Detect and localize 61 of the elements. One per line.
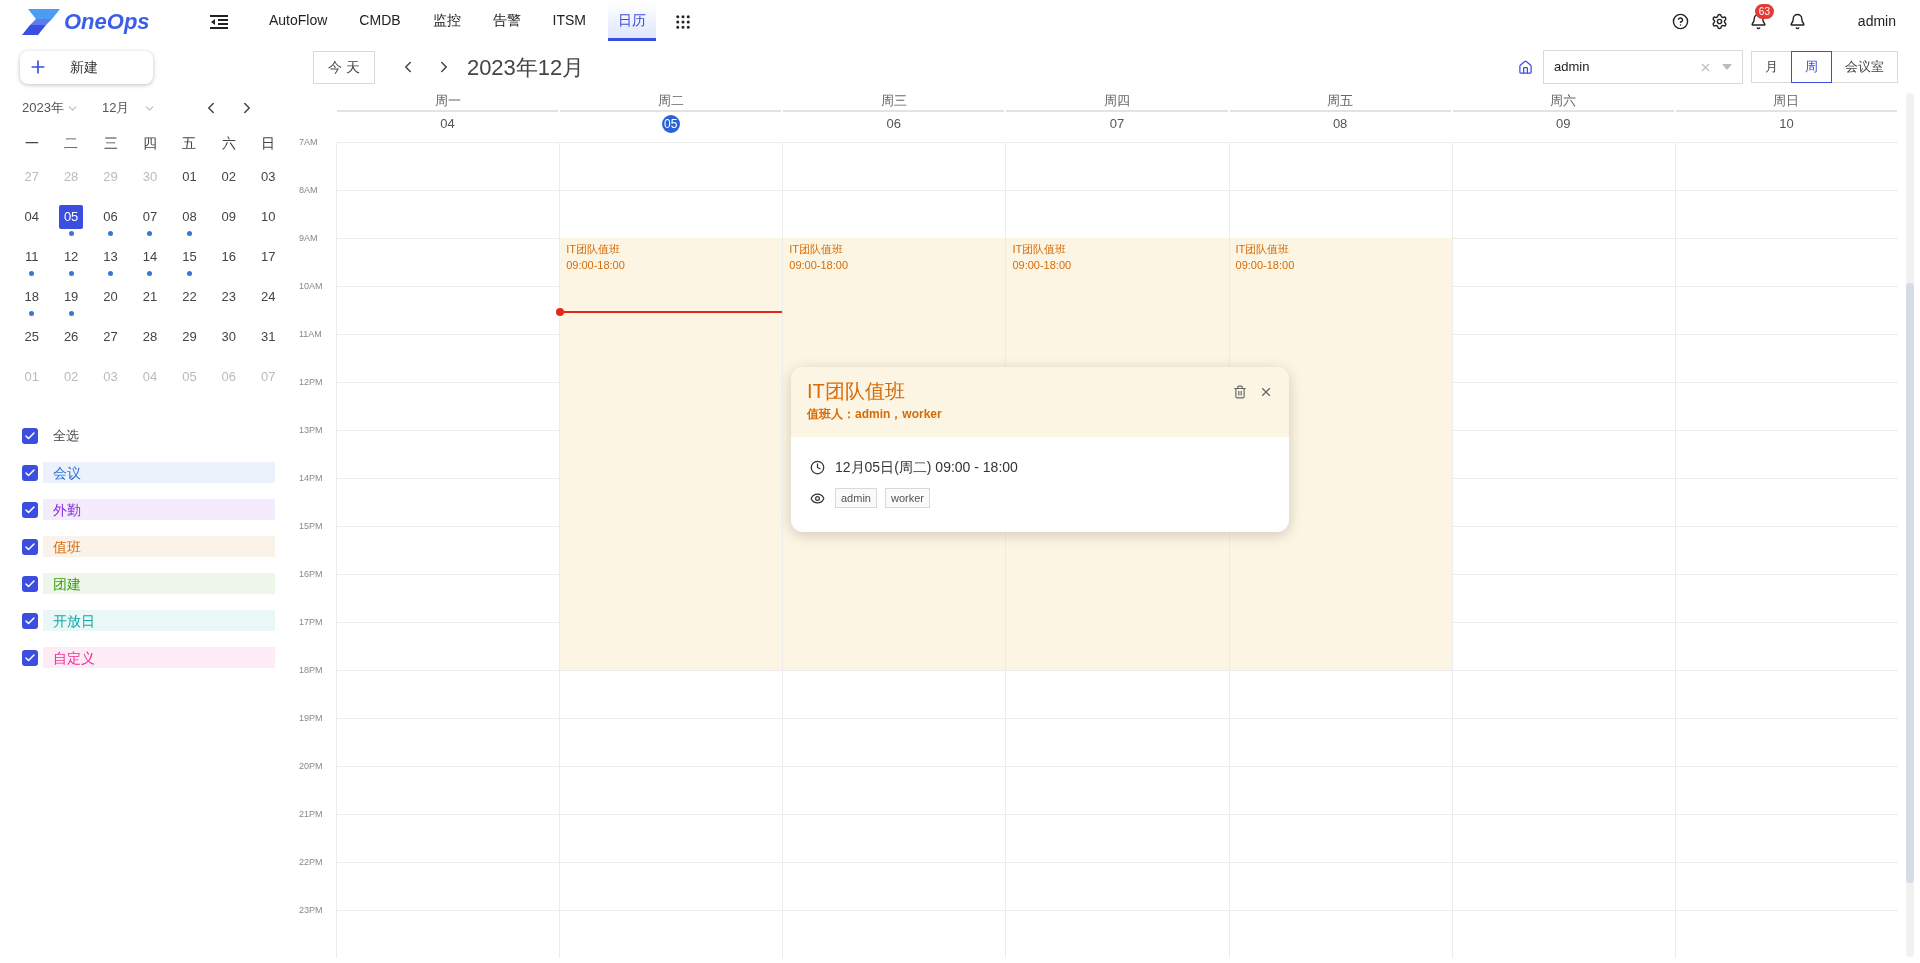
event-time: 09:00-18:00	[789, 258, 848, 273]
weekday-label: 五	[181, 133, 198, 153]
category-label: 值班	[53, 537, 81, 556]
weekday-label: 日	[260, 133, 277, 153]
weekday-label: 三	[102, 133, 119, 153]
popup-title: IT团队值班	[807, 379, 905, 404]
weekday-header: 周五	[1327, 92, 1354, 110]
event-time: 09:00-18:00	[566, 258, 625, 273]
date-header: 07	[1109, 115, 1125, 133]
hour-label: 9AM	[298, 233, 319, 243]
weekday-header: 周二	[657, 92, 684, 110]
select-all-label: 全选	[53, 426, 79, 445]
date-header: 05	[661, 115, 680, 133]
hour-label: 22PM	[298, 857, 324, 867]
hour-label: 12PM	[298, 377, 324, 387]
event-title: IT团队值班	[789, 242, 844, 257]
event-time: 09:00-18:00	[1012, 258, 1072, 273]
date-header: 06	[886, 115, 902, 133]
weekday-label: 四	[142, 133, 158, 153]
participant-tag: admin	[835, 488, 877, 508]
weekday-header: 周一	[434, 92, 461, 110]
participant-tag: worker	[884, 488, 930, 508]
event-title: IT团队值班	[1235, 242, 1290, 257]
category-label: 会议	[53, 463, 81, 482]
popup-subtitle: 值班人：admin，worker	[807, 406, 942, 423]
calendar-title: 2023年12月	[466, 53, 585, 82]
category-label: 自定义	[53, 648, 95, 667]
hour-label: 8AM	[298, 185, 319, 195]
logo-text: OneOps	[64, 8, 150, 36]
weekday-label: 六	[220, 133, 237, 153]
hour-label: 7AM	[298, 137, 319, 147]
hour-label: 16PM	[298, 569, 324, 579]
weekday-header: 周六	[1550, 92, 1577, 110]
event-title: IT团队值班	[1012, 242, 1067, 257]
hour-label: 18PM	[298, 665, 324, 675]
category-label: 外勤	[53, 500, 81, 519]
date-header: 09	[1556, 115, 1571, 133]
hour-label: 15PM	[298, 521, 324, 531]
event-title: IT团队值班	[566, 242, 620, 257]
category-label: 开放日	[53, 611, 95, 630]
notification-badge: 63	[1754, 4, 1774, 19]
hour-label: 17PM	[298, 617, 324, 627]
hour-label: 14PM	[298, 473, 324, 483]
date-header: 10	[1779, 115, 1794, 133]
hour-label: 13PM	[298, 425, 324, 435]
event-time: 09:00-18:00	[1235, 258, 1295, 273]
hour-label: 20PM	[298, 761, 324, 771]
hour-label: 10AM	[298, 281, 324, 291]
weekday-header: 周四	[1104, 92, 1130, 110]
weekday-label: 一	[23, 133, 40, 153]
weekday-header: 周三	[880, 92, 907, 110]
date-header: 08	[1332, 115, 1348, 133]
weekday-label: 二	[63, 133, 80, 153]
popup-datetime: 12月05日(周二) 09:00 - 18:00	[835, 458, 1018, 477]
date-header: 04	[440, 115, 455, 133]
weekday-header: 周日	[1773, 92, 1800, 110]
hour-label: 21PM	[298, 809, 324, 819]
hour-label: 19PM	[298, 713, 324, 723]
hour-label: 23PM	[298, 905, 324, 915]
hour-label: 11AM	[298, 329, 323, 339]
category-label: 团建	[53, 574, 81, 593]
